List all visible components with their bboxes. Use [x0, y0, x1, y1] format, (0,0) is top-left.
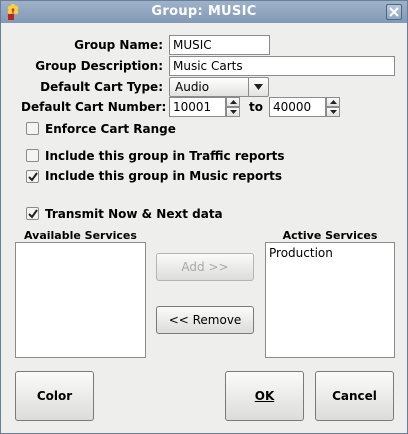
- cart-number-to-field[interactable]: 40000: [269, 97, 326, 117]
- cancel-button-label: Cancel: [332, 389, 377, 403]
- default-cart-type-select[interactable]: Audio: [169, 77, 269, 97]
- music-reports-checkbox[interactable]: [26, 170, 39, 183]
- spin-down-button[interactable]: [326, 107, 340, 117]
- remove-service-button[interactable]: << Remove: [156, 306, 254, 334]
- group-description-field[interactable]: Music Carts: [169, 56, 395, 76]
- ok-button[interactable]: OK: [225, 371, 304, 421]
- close-button[interactable]: [386, 4, 402, 20]
- check-icon: [28, 172, 38, 182]
- spin-up-button[interactable]: [226, 97, 240, 107]
- available-services-header: Available Services: [24, 229, 137, 242]
- traffic-reports-label[interactable]: Include this group in Traffic reports: [45, 149, 285, 163]
- window-title: Group: MUSIC: [151, 4, 257, 19]
- spin-down-icon: [230, 110, 237, 114]
- add-service-label: Add >>: [181, 260, 229, 274]
- group-name-label: Group Name:: [74, 38, 163, 52]
- group-name-field[interactable]: MUSIC: [169, 35, 270, 55]
- active-services-header: Active Services: [282, 229, 378, 242]
- cart-number-from-spinner[interactable]: [226, 97, 240, 117]
- transmit-now-next-checkbox[interactable]: [26, 207, 39, 220]
- enforce-cart-range-label[interactable]: Enforce Cart Range: [45, 122, 176, 136]
- spin-down-button[interactable]: [226, 107, 240, 117]
- music-reports-label[interactable]: Include this group in Music reports: [45, 169, 282, 183]
- chevron-down-icon: [254, 84, 263, 90]
- ok-button-label: OK: [254, 389, 275, 403]
- group-dialog: Group: MUSIC Group Name: MUSIC Group Des…: [0, 0, 408, 434]
- check-icon: [28, 209, 38, 219]
- cart-number-to-spinner[interactable]: [326, 97, 340, 117]
- active-services-list[interactable]: Production: [265, 242, 395, 358]
- enforce-cart-range-checkbox[interactable]: [26, 122, 39, 135]
- cart-number-to-label: to: [249, 100, 263, 114]
- cancel-button[interactable]: Cancel: [315, 371, 394, 421]
- color-button-label: Color: [36, 389, 73, 403]
- spin-down-icon: [330, 110, 337, 114]
- spin-up-icon: [230, 100, 237, 104]
- color-button[interactable]: Color: [15, 371, 94, 421]
- cart-number-from-field[interactable]: 10001: [169, 97, 226, 117]
- add-service-button[interactable]: Add >>: [156, 253, 254, 281]
- remove-service-label: << Remove: [168, 313, 242, 327]
- title-bar[interactable]: Group: MUSIC: [1, 1, 407, 23]
- spin-up-button[interactable]: [326, 97, 340, 107]
- transmit-now-next-label[interactable]: Transmit Now & Next data: [45, 207, 223, 221]
- group-description-label: Group Description:: [35, 59, 163, 73]
- default-cart-type-label: Default Cart Type:: [40, 80, 163, 94]
- spin-up-icon: [330, 100, 337, 104]
- available-services-list[interactable]: [15, 242, 146, 358]
- list-item[interactable]: Production: [269, 246, 333, 260]
- default-cart-number-label: Default Cart Number:: [21, 100, 167, 114]
- dropdown-button[interactable]: [248, 78, 268, 96]
- traffic-reports-checkbox[interactable]: [26, 149, 39, 162]
- default-cart-type-value: Audio: [175, 80, 210, 94]
- close-icon: [389, 7, 399, 17]
